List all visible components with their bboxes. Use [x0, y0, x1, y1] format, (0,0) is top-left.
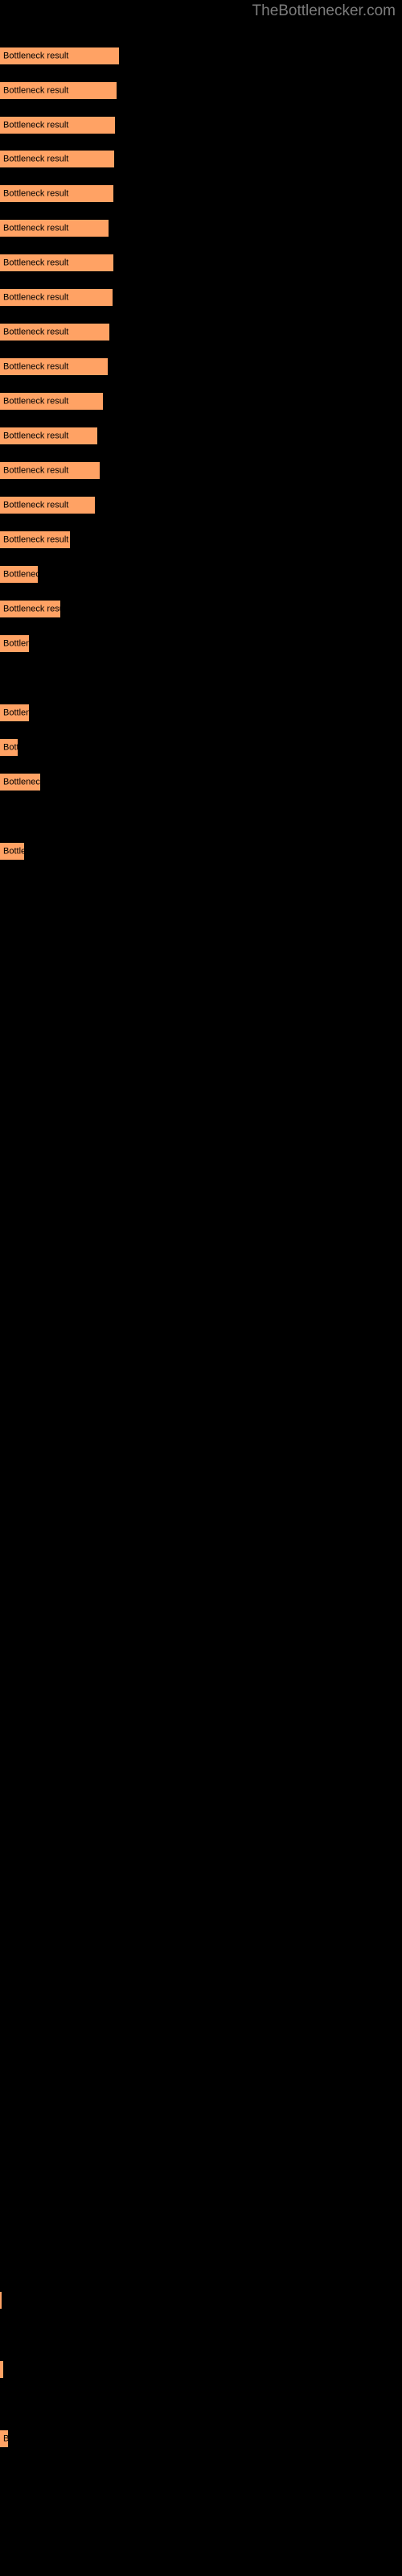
bottleneck-chart-page: TheBottlenecker.com Bottleneck result Bot…: [0, 0, 402, 2576]
bar-label: Bottleneck result: [3, 777, 40, 786]
bar-4: Bottleneck result: [0, 149, 114, 168]
bar-24: Bottleneck result: [0, 2359, 3, 2379]
bar-13: Bottleneck result: [0, 460, 100, 480]
bar-row: Bottleneck result: [0, 703, 402, 722]
bar-row: Bottleneck result: [0, 737, 402, 757]
bar-2: Bottleneck result: [0, 80, 117, 100]
bar-row: Bottleneck result: [0, 599, 402, 618]
bar-row: Bottleneck result: [0, 2359, 402, 2379]
bar-6: Bottleneck result: [0, 218, 109, 237]
bar-row: Bottleneck result: [0, 253, 402, 272]
bar-row: Bottleneck result: [0, 460, 402, 480]
bar-label: Bottleneck result: [3, 431, 69, 440]
bar-label: Bottleneck result: [3, 51, 69, 60]
bar-label: Bottleneck result: [3, 188, 69, 198]
bar-row: Bottleneck result: [0, 46, 402, 65]
bar-row: Bottleneck result: [0, 2290, 402, 2310]
bar-row: Bottleneck result: [0, 287, 402, 307]
bar-17: Bottleneck result: [0, 599, 60, 618]
bar-label: Bottleneck result: [3, 120, 69, 130]
bar-row: Bottleneck result: [0, 115, 402, 134]
bar-label: Bottleneck result: [3, 258, 69, 267]
bar-21: Bottleneck result: [0, 772, 40, 791]
bar-23: Bottleneck result: [0, 2290, 2, 2310]
bar-19: Bottleneck result: [0, 703, 29, 722]
bar-label: Bottleneck result: [3, 604, 60, 613]
bar-25: Bottleneck result: [0, 2429, 8, 2448]
bar-label: Bottleneck result: [3, 535, 69, 544]
bar-row: Bottleneck result: [0, 2429, 402, 2448]
bar-10: Bottleneck result: [0, 357, 108, 376]
bar-row: Bottleneck result: [0, 184, 402, 203]
bar-18: Bottleneck result: [0, 634, 29, 653]
bar-row: Bottleneck result: [0, 218, 402, 237]
bar-row: Bottleneck result: [0, 530, 402, 549]
bar-row: Bottleneck result: [0, 426, 402, 445]
bar-row: Bottleneck result: [0, 80, 402, 100]
bar-label: Bottleneck result: [3, 154, 69, 163]
bar-label: Bottleneck result: [3, 396, 69, 406]
bar-3: Bottleneck result: [0, 115, 115, 134]
bar-label: Bottleneck result: [3, 638, 29, 648]
bar-row: Bottleneck result: [0, 772, 402, 791]
bar-row: Bottleneck result: [0, 149, 402, 168]
bar-label: Bottleneck result: [3, 361, 69, 371]
bar-row: Bottleneck result: [0, 322, 402, 341]
bar-label: Bottleneck result: [3, 742, 18, 752]
bar-row: Bottleneck result: [0, 357, 402, 376]
bar-14: Bottleneck result: [0, 495, 95, 514]
bar-row: Bottleneck result: [0, 391, 402, 411]
bar-12: Bottleneck result: [0, 426, 97, 445]
bar-label: Bottleneck result: [3, 846, 24, 856]
bar-20: Bottleneck result: [0, 737, 18, 757]
bar-16: Bottleneck result: [0, 564, 38, 584]
bar-5: Bottleneck result: [0, 184, 113, 203]
bar-8: Bottleneck result: [0, 287, 113, 307]
bar-9: Bottleneck result: [0, 322, 109, 341]
bar-1: Bottleneck result: [0, 46, 119, 65]
bar-label: Bottleneck result: [3, 569, 38, 579]
bar-11: Bottleneck result: [0, 391, 103, 411]
bar-row: Bottleneck result: [0, 495, 402, 514]
bar-label: Bottleneck result: [3, 327, 69, 336]
bar-15: Bottleneck result: [0, 530, 70, 549]
bar-row: Bottleneck result: [0, 634, 402, 653]
chart-plot-area: Bottleneck result Bottleneck result Bottle…: [0, 0, 402, 2576]
bar-row: Bottleneck result: [0, 564, 402, 584]
bar-row: Bottleneck result: [0, 841, 402, 861]
bar-label: Bottleneck result: [3, 85, 69, 95]
bar-label: Bottleneck result: [3, 223, 69, 233]
bar-label: Bottleneck result: [3, 500, 69, 510]
bar-label: Bottleneck result: [3, 465, 69, 475]
bar-label: Bottleneck result: [3, 2434, 8, 2443]
bar-7: Bottleneck result: [0, 253, 113, 272]
bar-label: Bottleneck result: [3, 292, 69, 302]
bar-22: Bottleneck result: [0, 841, 24, 861]
bar-label: Bottleneck result: [3, 708, 29, 717]
